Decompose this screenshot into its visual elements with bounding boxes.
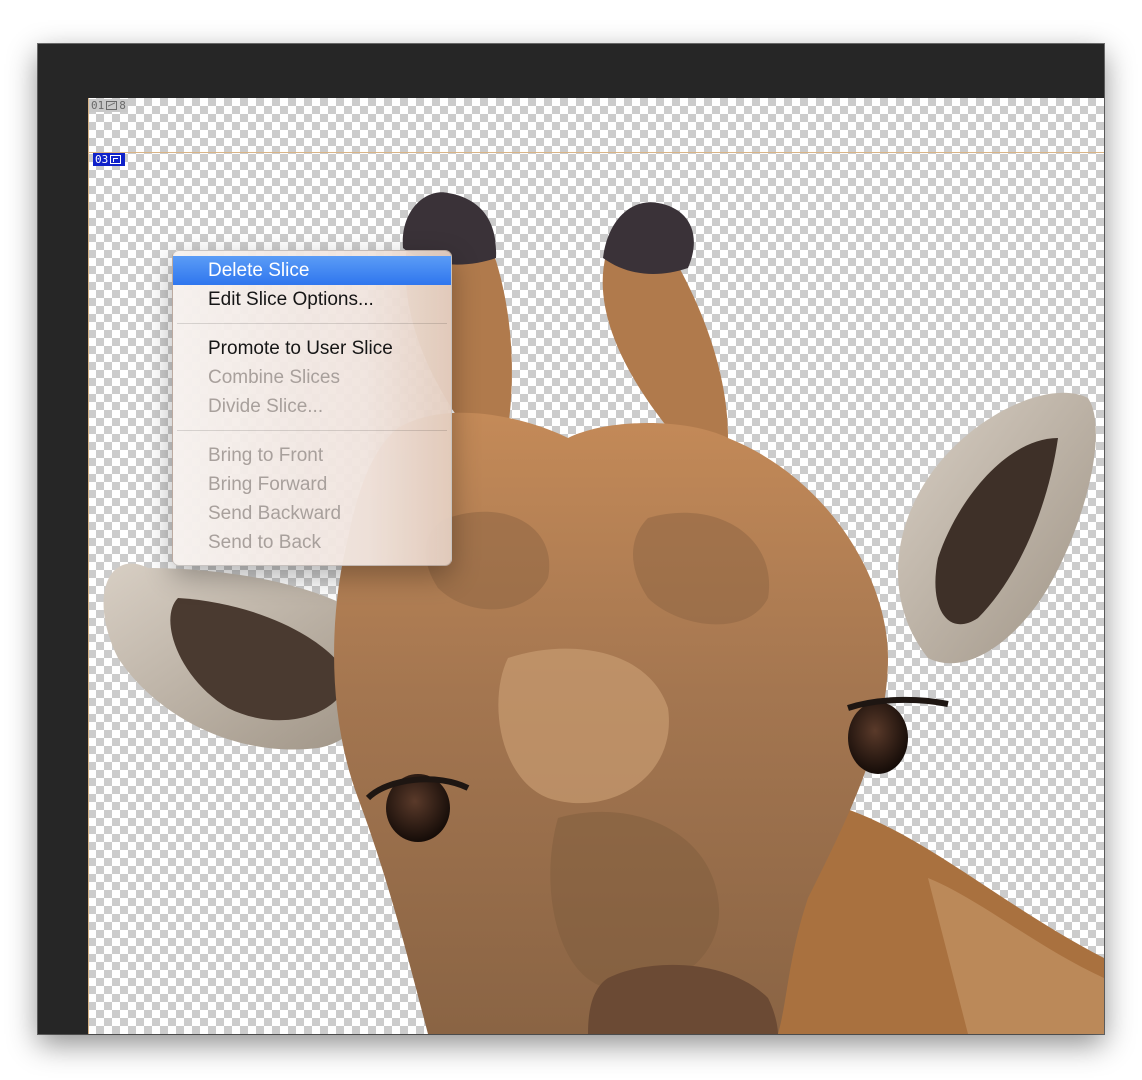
user-slice-badge[interactable]: 03 <box>93 153 126 166</box>
document-canvas[interactable]: 01 8 03 <box>88 98 1104 1034</box>
menu-item-bring-forward[interactable]: Bring Forward <box>173 470 451 499</box>
giraffe-image <box>103 192 1104 1034</box>
auto-slice-suffix: 8 <box>119 99 126 112</box>
auto-slice-number: 01 <box>91 99 105 112</box>
layer-icon <box>110 155 122 164</box>
slice-boundary-horizontal <box>88 152 1104 153</box>
menu-item-send-to-back[interactable]: Send to Back <box>173 528 451 557</box>
slice-boundary-vertical <box>88 98 89 1034</box>
menu-item-delete-slice[interactable]: Delete Slice <box>173 256 451 285</box>
user-slice-number: 03 <box>95 153 109 166</box>
menu-item-send-backward[interactable]: Send Backward <box>173 499 451 528</box>
auto-slice-badge[interactable]: 01 8 <box>89 99 128 112</box>
slice-context-menu: Delete Slice Edit Slice Options... Promo… <box>172 250 452 566</box>
menu-item-combine-slices[interactable]: Combine Slices <box>173 363 451 392</box>
menu-separator <box>177 323 447 324</box>
menu-item-promote-to-user-slice[interactable]: Promote to User Slice <box>173 334 451 363</box>
menu-separator <box>177 430 447 431</box>
menu-item-divide-slice[interactable]: Divide Slice... <box>173 392 451 421</box>
menu-item-bring-to-front[interactable]: Bring to Front <box>173 441 451 470</box>
image-icon <box>106 101 118 110</box>
menu-item-edit-slice-options[interactable]: Edit Slice Options... <box>173 285 451 314</box>
